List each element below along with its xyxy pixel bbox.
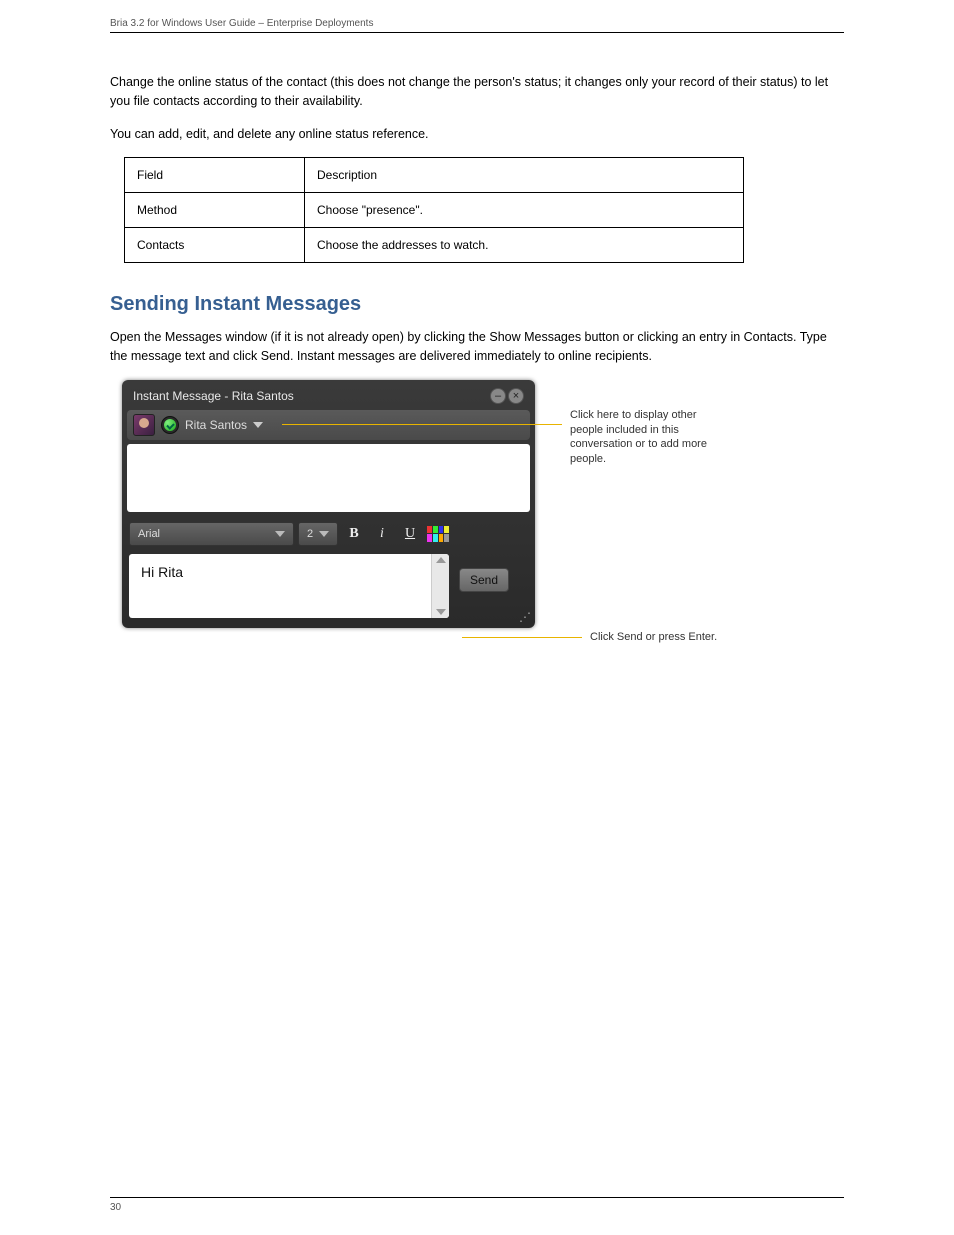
header-rule (110, 32, 844, 33)
table-row: Contacts Choose the addresses to watch. (125, 228, 744, 263)
paragraph-2: You can add, edit, and delete any online… (110, 125, 844, 144)
table-cell: Choose "presence". (305, 193, 744, 228)
table-cell: Contacts (125, 228, 305, 263)
send-button[interactable]: Send (459, 568, 509, 592)
contact-name: Rita Santos (185, 418, 247, 432)
presence-icon (161, 416, 179, 434)
message-input[interactable]: Hi Rita (129, 554, 449, 618)
contact-bar[interactable]: Rita Santos (127, 410, 530, 440)
font-size-value: 2 (307, 528, 313, 540)
reference-table: Field Description Method Choose "presenc… (124, 157, 744, 263)
callout-line (282, 424, 562, 425)
format-toolbar: Arial 2 B i U (127, 518, 530, 550)
minimize-button[interactable]: – (490, 388, 506, 404)
section-heading: Sending Instant Messages (110, 293, 844, 316)
callout-top: Click here to display other people inclu… (570, 408, 722, 467)
chevron-down-icon[interactable] (253, 422, 263, 428)
im-window: Instant Message - Rita Santos – × Rita S… (122, 380, 535, 628)
footer-rule (110, 1197, 844, 1198)
scroll-down-icon[interactable] (436, 609, 446, 615)
font-size-select[interactable]: 2 (298, 522, 338, 546)
chevron-down-icon (319, 531, 329, 537)
bold-button[interactable]: B (342, 522, 366, 546)
text-color-button[interactable] (426, 522, 450, 546)
table-cell: Field (125, 158, 305, 193)
message-input-text: Hi Rita (129, 554, 431, 618)
close-button[interactable]: × (508, 388, 524, 404)
table-row: Method Choose "presence". (125, 193, 744, 228)
table-cell: Choose the addresses to watch. (305, 228, 744, 263)
table-cell: Method (125, 193, 305, 228)
page-header-left: Bria 3.2 for Windows User Guide – Enterp… (110, 18, 373, 29)
conversation-area (127, 444, 530, 512)
callout-line (462, 637, 582, 638)
italic-button[interactable]: i (370, 522, 394, 546)
color-grid-icon (427, 526, 449, 542)
chevron-down-icon (275, 531, 285, 537)
font-select[interactable]: Arial (129, 522, 294, 546)
section-text: Open the Messages window (if it is not a… (110, 328, 844, 366)
paragraph-1: Change the online status of the contact … (110, 73, 844, 111)
page-number: 30 (110, 1202, 121, 1213)
avatar (133, 414, 155, 436)
table-cell: Description (305, 158, 744, 193)
table-row: Field Description (125, 158, 744, 193)
callout-bottom: Click Send or press Enter. (590, 630, 717, 645)
scrollbar[interactable] (431, 554, 449, 618)
resize-grip-icon[interactable]: ⋰ (519, 610, 529, 624)
font-select-value: Arial (138, 528, 160, 540)
im-window-title: Instant Message - Rita Santos (133, 389, 488, 403)
scroll-up-icon[interactable] (436, 557, 446, 563)
underline-button[interactable]: U (398, 522, 422, 546)
